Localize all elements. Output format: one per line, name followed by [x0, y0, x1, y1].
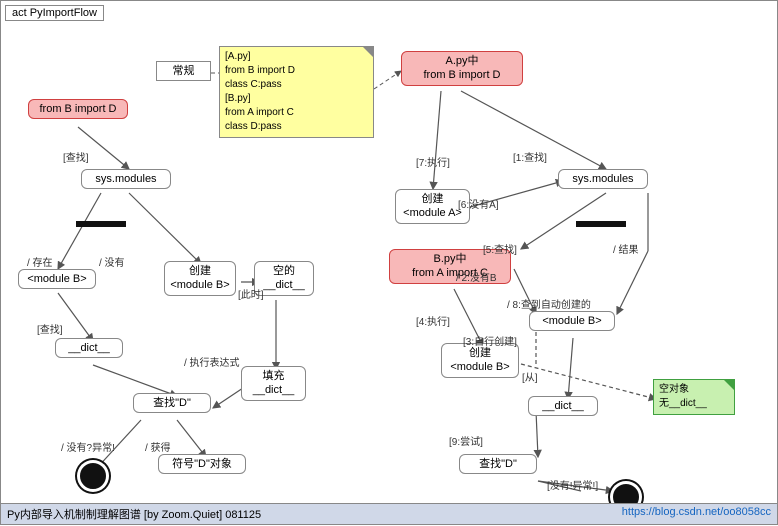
- label-no-exception: / 没有?异常!: [61, 439, 115, 454]
- footer-text: Py内部导入机制制理解图谱 [by Zoom.Quiet] 081125: [7, 509, 261, 521]
- end-node-left: [80, 463, 106, 489]
- label-no: / 没有: [99, 254, 125, 269]
- from-b-import-d-left: from B import D: [28, 99, 128, 119]
- footer-url: https://blog.csdn.net/oo8058cc: [622, 506, 771, 518]
- find-d-left: 查找"D": [133, 393, 211, 413]
- label-1-find: [1:查找]: [513, 149, 547, 164]
- label-get: / 获得: [145, 439, 171, 454]
- note-main: [A.py]from B import Dclass C:pass[B.py]f…: [219, 46, 374, 138]
- find-d-right: 查找"D": [459, 454, 537, 474]
- label-6-no-a: [6:没有A]: [458, 196, 499, 211]
- label-no-exception2: [没有!异常!]: [547, 477, 598, 492]
- label-8-auto: / 8:查到自动创建的: [507, 296, 591, 311]
- create-module-b-right: 创建<module B>: [441, 343, 519, 378]
- dict-right: __dict__: [528, 396, 598, 416]
- bar-right: [576, 221, 626, 227]
- a-py-from-b: A.py中from B import D: [401, 51, 523, 86]
- module-b-left: <module B>: [18, 269, 96, 289]
- label-7-exec: [7:执行]: [416, 154, 450, 169]
- module-b-right: <module B>: [529, 311, 615, 331]
- label-3-self-create: [3:自行创建]: [463, 333, 517, 348]
- create-module-b-mid: 创建<module B>: [164, 261, 236, 296]
- label-2-no-b: / 2:没有B: [456, 269, 497, 284]
- label-result: / 结果: [613, 241, 639, 256]
- main-container: act PyImportFlow: [0, 0, 778, 525]
- label-exec-expr: / 执行表达式: [184, 354, 240, 369]
- label-9-try: [9:尝试]: [449, 433, 483, 448]
- fill-dict: 填充__dict__: [241, 366, 306, 401]
- symbol-d: 符号"D"对象: [158, 454, 246, 474]
- label-from: [从]: [522, 369, 538, 384]
- bar-left: [76, 221, 126, 227]
- label-exist: / 存在: [27, 254, 53, 269]
- normal-node: 常规: [156, 61, 211, 81]
- label-5-find: [5:查找]: [483, 241, 517, 256]
- sys-modules-left: sys.modules: [81, 169, 171, 189]
- sys-modules-right: sys.modules: [558, 169, 648, 189]
- label-4-exec: [4:执行]: [416, 313, 450, 328]
- label-now: [此时]: [238, 286, 264, 301]
- label-find-dict: [查找]: [37, 321, 63, 336]
- title-bar: act PyImportFlow: [5, 5, 104, 21]
- footer: Py内部导入机制制理解图谱 [by Zoom.Quiet] 081125 htt…: [1, 503, 777, 524]
- dict-left: __dict__: [55, 338, 123, 358]
- title-text: act PyImportFlow: [12, 7, 97, 19]
- null-obj: 空对象无__dict__: [653, 379, 735, 415]
- label-find-left: [查找]: [63, 149, 89, 164]
